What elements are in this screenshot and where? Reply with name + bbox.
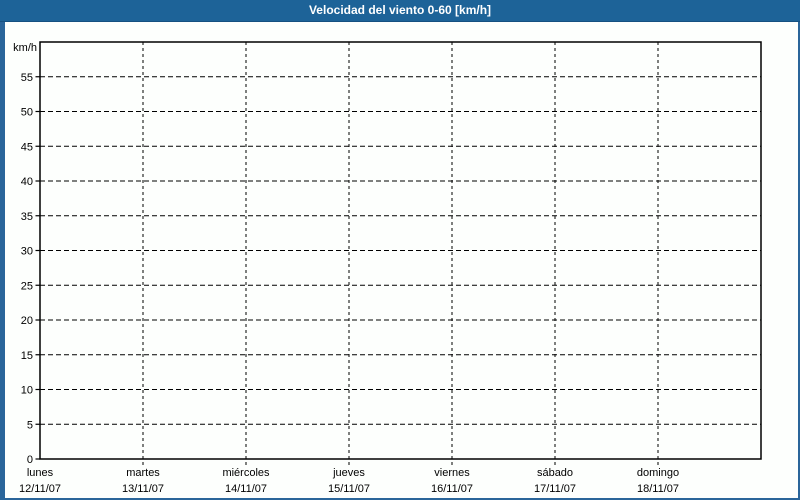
x-day-label: domingo [637, 467, 679, 479]
x-date-label: 13/11/07 [122, 483, 164, 495]
x-day-label: lunes [27, 467, 54, 479]
y-unit: km/h [13, 42, 37, 54]
x-day-label: sábado [537, 467, 573, 479]
y-tick-label: 20 [21, 315, 33, 327]
y-axis-labels: 0 5 10 15 20 25 30 35 40 45 50 55 [21, 72, 40, 466]
y-gridlines [40, 76, 761, 425]
y-tick-label: 15 [21, 350, 33, 362]
x-day-label: viernes [434, 467, 470, 479]
x-day-label: jueves [332, 467, 365, 479]
x-date-label: 18/11/07 [637, 483, 679, 495]
y-tick-label: 45 [21, 141, 33, 153]
y-tick-label: 10 [21, 385, 33, 397]
y-tick-label: 25 [21, 280, 33, 292]
chart-header: Velocidad del viento 0-60 [km/h] [0, 0, 800, 22]
x-day-label: miércoles [222, 467, 270, 479]
x-date-label: 14/11/07 [225, 483, 267, 495]
x-date-label: 16/11/07 [431, 483, 473, 495]
x-axis-labels: lunes 12/11/07 martes 13/11/07 miércoles 14/1… [19, 467, 679, 495]
x-date-label: 17/11/07 [534, 483, 576, 495]
y-tick-label: 5 [27, 419, 33, 431]
x-date-label: 15/11/07 [328, 483, 370, 495]
x-day-label: martes [126, 467, 160, 479]
y-unit-label: km/h [13, 42, 37, 54]
y-tick-label: 35 [21, 211, 33, 223]
x-date-label: 12/11/07 [19, 483, 61, 495]
wind-speed-chart: 0 5 10 15 20 25 30 35 40 45 50 55 km/h lunes 12/11/07 m… [13, 41, 762, 495]
y-tick-label: 40 [21, 176, 33, 188]
x-gridlines [142, 42, 659, 465]
y-tick-label: 55 [21, 72, 33, 84]
y-tick-label: 30 [21, 246, 33, 258]
y-tick-label: 50 [21, 107, 33, 119]
chart-title: Velocidad del viento 0-60 [km/h] [308, 3, 492, 17]
y-tick-label: 0 [27, 454, 33, 466]
